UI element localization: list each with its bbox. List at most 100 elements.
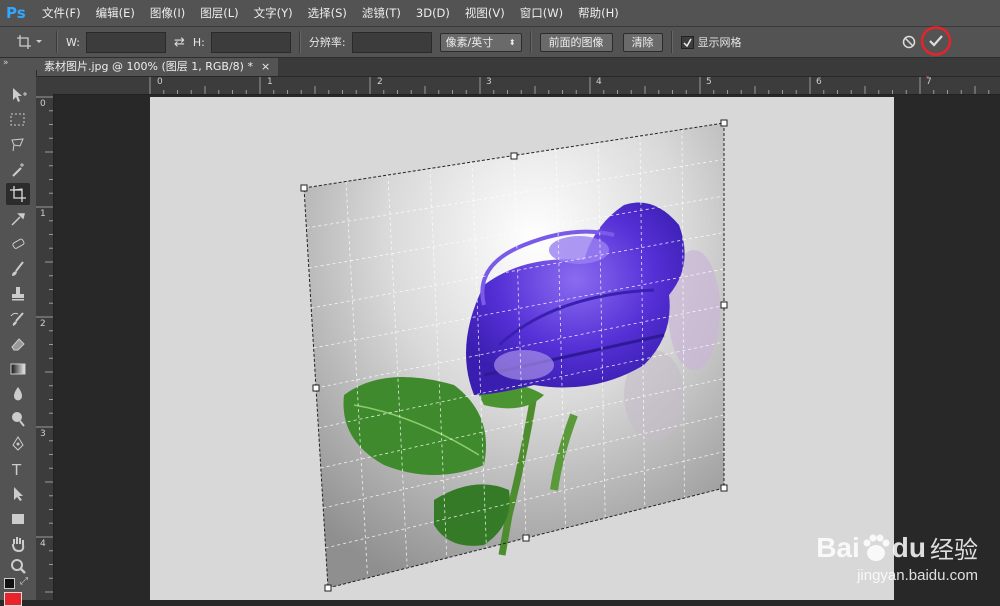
height-input[interactable] — [210, 31, 291, 53]
document-tab-bar: 素材图片.jpg @ 100% (图层 1, RGB/8) * × — [36, 58, 1000, 76]
tool-preset-picker[interactable] — [16, 31, 48, 53]
type-icon: T — [11, 461, 22, 478]
type-tool[interactable]: T — [6, 458, 30, 480]
checkmark-icon — [683, 38, 692, 47]
eyedropper-icon — [11, 213, 25, 226]
commit-check-icon — [920, 26, 952, 56]
menu-window[interactable]: 窗口(W) — [520, 5, 563, 21]
cancel-transform-button[interactable] — [901, 34, 917, 53]
hand-icon — [12, 537, 25, 553]
document-tab-title: 素材图片.jpg @ 100% (图层 1, RGB/8) * — [44, 60, 253, 73]
lasso-icon — [11, 138, 24, 152]
horizontal-ruler[interactable]: 0 1 2 3 4 5 6 7 — [36, 77, 1000, 95]
zoom-icon — [11, 559, 26, 574]
resolution-input[interactable] — [351, 31, 432, 53]
ruler-v-label: 4 — [40, 539, 46, 549]
arrow-cursor-icon — [14, 487, 23, 501]
pen-icon — [12, 436, 24, 451]
pen-tool[interactable] — [6, 433, 30, 455]
updown-arrow-icon: ⬍ — [508, 37, 516, 47]
drop-icon — [14, 387, 22, 401]
stamp-tool[interactable] — [6, 283, 30, 305]
menu-file[interactable]: 文件(F) — [42, 5, 81, 21]
vertical-ruler[interactable]: 0 1 2 3 4 — [36, 94, 54, 600]
magic-wand-icon — [12, 163, 24, 177]
width-label: W: — [66, 35, 80, 49]
ruler-h-label: 3 — [486, 77, 492, 87]
cancel-icon — [902, 35, 916, 49]
history-brush-icon — [10, 312, 24, 326]
swap-colors-icon[interactable]: ⤢ — [20, 576, 28, 587]
gradient-tool[interactable] — [6, 358, 30, 380]
stamp-icon — [12, 287, 24, 301]
divider — [56, 31, 58, 53]
divider — [298, 31, 301, 53]
hand-tool[interactable] — [6, 533, 30, 555]
ruler-h-label: 7 — [926, 77, 932, 87]
panel-collapse-toggle[interactable]: » — [0, 58, 39, 70]
menu-type[interactable]: 文字(Y) — [254, 5, 293, 21]
menu-help[interactable]: 帮助(H) — [578, 5, 619, 21]
document-tab[interactable]: 素材图片.jpg @ 100% (图层 1, RGB/8) * × — [36, 58, 279, 76]
dodge-icon — [12, 412, 25, 427]
menu-3d[interactable]: 3D(D) — [416, 6, 450, 20]
unit-select[interactable]: 像素/英寸 ⬍ — [439, 32, 522, 52]
show-grid-checkbox[interactable] — [680, 35, 694, 49]
ruler-v-label: 1 — [40, 209, 46, 219]
watermark-suffix: 经验 — [930, 536, 978, 564]
horizontal-ruler-ticks — [149, 77, 990, 94]
crop-icon — [17, 35, 42, 49]
unit-select-value: 像素/英寸 — [445, 36, 494, 49]
magic-wand-tool[interactable] — [6, 159, 30, 181]
swap-icon[interactable]: ⇄ — [174, 35, 185, 50]
shape-tool[interactable] — [6, 508, 30, 530]
ruler-h-label: 4 — [596, 77, 602, 87]
dodge-tool[interactable] — [6, 408, 30, 430]
menu-filter[interactable]: 滤镜(T) — [362, 5, 401, 21]
eraser-tool[interactable] — [6, 333, 30, 355]
zoom-tool[interactable] — [6, 556, 30, 578]
ruler-h-label: 2 — [377, 77, 383, 87]
foreground-color-swatch[interactable] — [4, 592, 22, 606]
divider — [529, 31, 532, 53]
paw-logo-icon — [863, 534, 890, 561]
watermark-brand: Bai — [816, 531, 860, 563]
lasso-tool[interactable] — [6, 134, 30, 156]
menu-image[interactable]: 图像(I) — [150, 5, 185, 21]
svg-text:T: T — [11, 461, 22, 478]
blur-tool[interactable] — [6, 383, 30, 405]
menu-view[interactable]: 视图(V) — [465, 5, 505, 21]
close-tab-icon[interactable]: × — [261, 58, 270, 76]
options-bar: W: ⇄ H: 分辨率: 像素/英寸 ⬍ 前面的图像 清除 显示网格 — [0, 26, 1000, 58]
ruler-v-label: 0 — [40, 99, 46, 109]
brush-tool[interactable] — [6, 258, 30, 280]
ruler-h-label: 5 — [706, 77, 712, 87]
menu-edit[interactable]: 编辑(E) — [96, 5, 135, 21]
brush-icon — [12, 261, 24, 276]
ruler-v-label: 3 — [40, 429, 46, 439]
baidu-watermark: Bai du 经验 jingyan.baidu.com — [816, 530, 978, 585]
healing-tool[interactable] — [6, 233, 30, 255]
canvas-workspace[interactable] — [54, 95, 1000, 600]
watermark-url: jingyan.baidu.com — [857, 567, 978, 584]
menu-layer[interactable]: 图层(L) — [200, 5, 238, 21]
path-selection-tool[interactable] — [6, 483, 30, 505]
clear-button[interactable]: 清除 — [622, 32, 663, 52]
watermark-brand-2: du — [891, 531, 926, 563]
photoshop-logo: Ps — [6, 4, 26, 22]
front-image-button[interactable]: 前面的图像 — [539, 32, 613, 52]
perspective-crop-area[interactable] — [54, 95, 1000, 600]
history-brush-tool[interactable] — [6, 308, 30, 330]
width-input[interactable] — [85, 31, 166, 53]
eyedropper-tool[interactable] — [6, 208, 30, 230]
move-tool[interactable] — [6, 84, 30, 106]
ruler-v-label: 2 — [40, 319, 46, 329]
show-grid-label: 显示网格 — [697, 36, 742, 49]
gradient-icon — [10, 363, 26, 375]
perspective-crop-tool[interactable] — [6, 183, 30, 205]
default-colors-icon[interactable] — [4, 578, 15, 589]
menu-select[interactable]: 选择(S) — [308, 5, 347, 21]
height-label: H: — [192, 35, 205, 49]
rectangle-icon — [12, 514, 24, 524]
marquee-tool[interactable] — [6, 109, 30, 131]
